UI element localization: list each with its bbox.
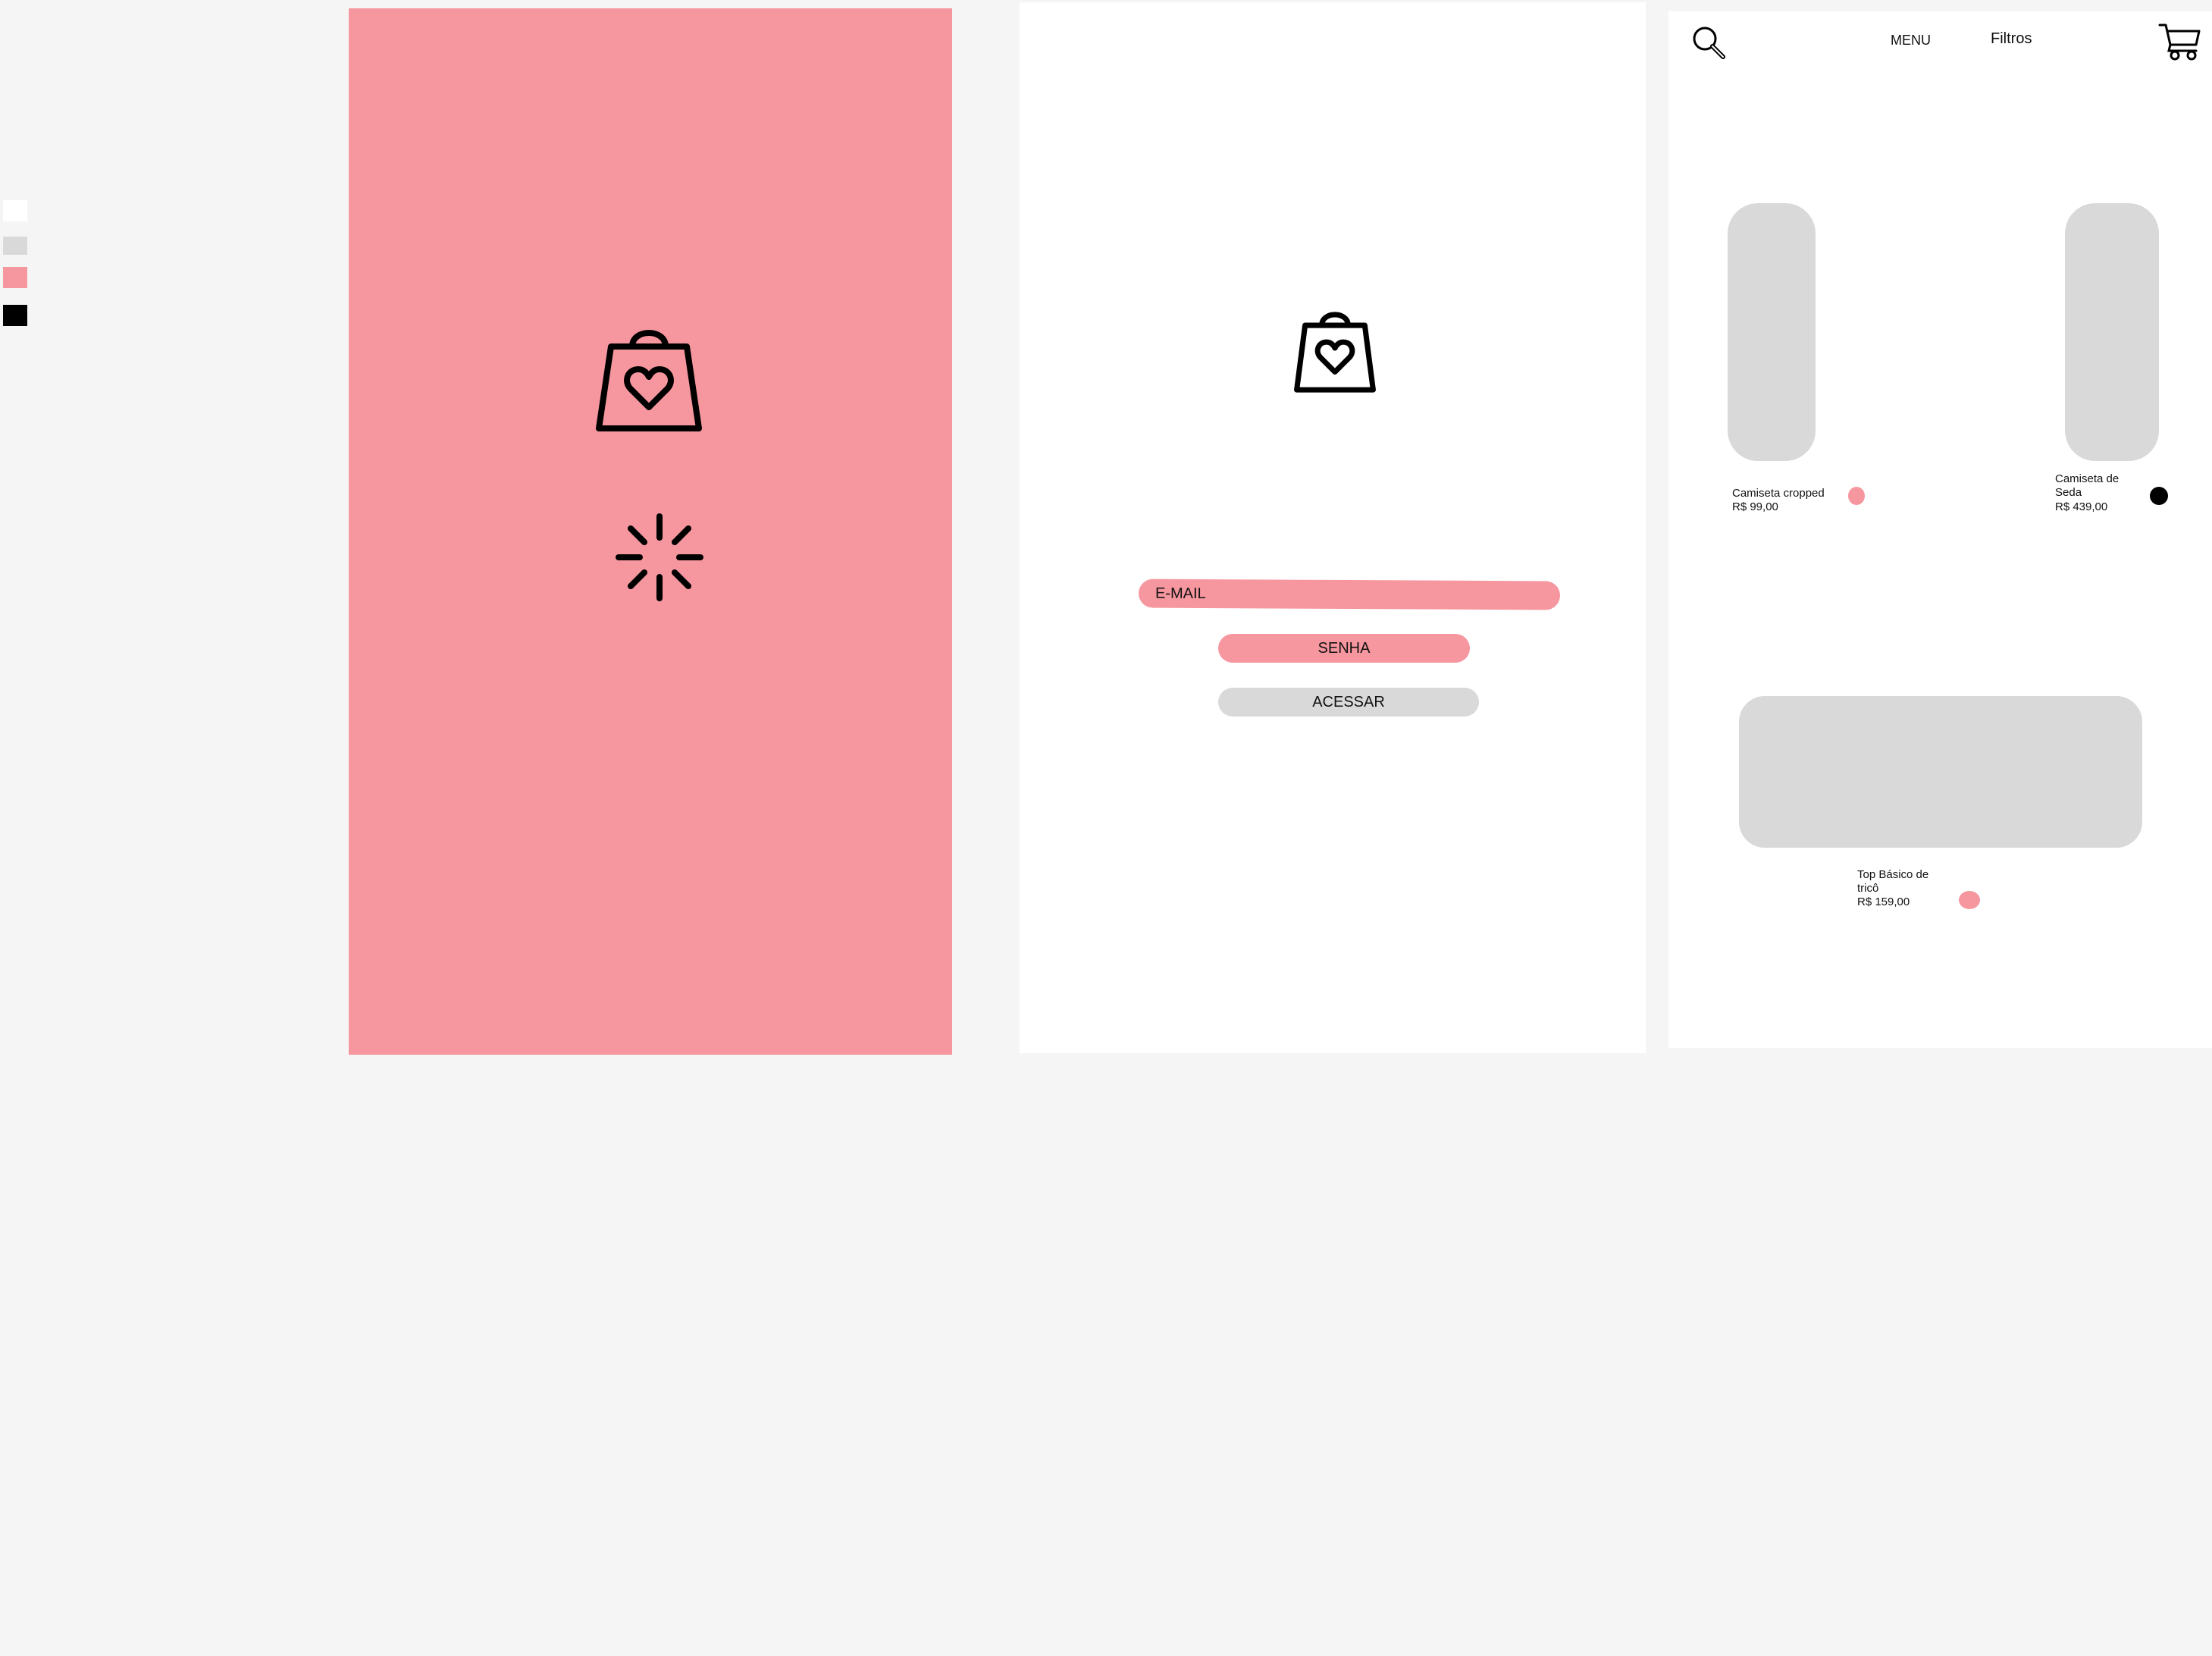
- search-icon[interactable]: [1691, 25, 1728, 61]
- product-price: R$ 159,00: [1857, 895, 1910, 908]
- catalog-screen: MENU Filtros Camiseta cropped R$ 99,00 C…: [1668, 11, 2212, 1048]
- filters-link[interactable]: Filtros: [1991, 30, 2032, 48]
- email-field[interactable]: E-MAIL: [1138, 579, 1561, 610]
- password-field[interactable]: SENHA: [1218, 634, 1470, 663]
- swatch-pink: [3, 267, 27, 288]
- login-button[interactable]: ACESSAR: [1218, 688, 1479, 717]
- product-price: R$ 99,00: [1732, 500, 1778, 513]
- product-image-placeholder[interactable]: [2065, 203, 2159, 461]
- color-option-black[interactable]: [2150, 487, 2168, 505]
- cart-icon[interactable]: [2158, 22, 2201, 61]
- product-name: tricô: [1857, 882, 1879, 895]
- menu-link[interactable]: MENU: [1891, 31, 1931, 49]
- swatch-white: [3, 200, 27, 221]
- product-name: Seda: [2055, 486, 2082, 499]
- color-option-pink[interactable]: [1959, 891, 1980, 909]
- shopping-bag-heart-icon: [1294, 312, 1376, 393]
- swatch-black: [3, 305, 27, 326]
- color-option-pink[interactable]: [1848, 487, 1865, 505]
- product-name: Camiseta cropped: [1732, 487, 1825, 500]
- shopping-bag-heart-icon: [596, 330, 702, 431]
- product-image-placeholder[interactable]: [1728, 203, 1816, 461]
- product-name: Camiseta de: [2055, 472, 2120, 485]
- login-screen: E-MAIL SENHA ACESSAR: [1020, 2, 1646, 1053]
- loading-spinner-icon: [616, 513, 703, 601]
- splash-screen: [349, 8, 952, 1055]
- product-price: R$ 439,00: [2055, 500, 2108, 513]
- product-name: Top Básico de: [1857, 868, 1929, 881]
- product-image-placeholder[interactable]: [1739, 696, 2142, 848]
- swatch-light-gray: [3, 237, 27, 255]
